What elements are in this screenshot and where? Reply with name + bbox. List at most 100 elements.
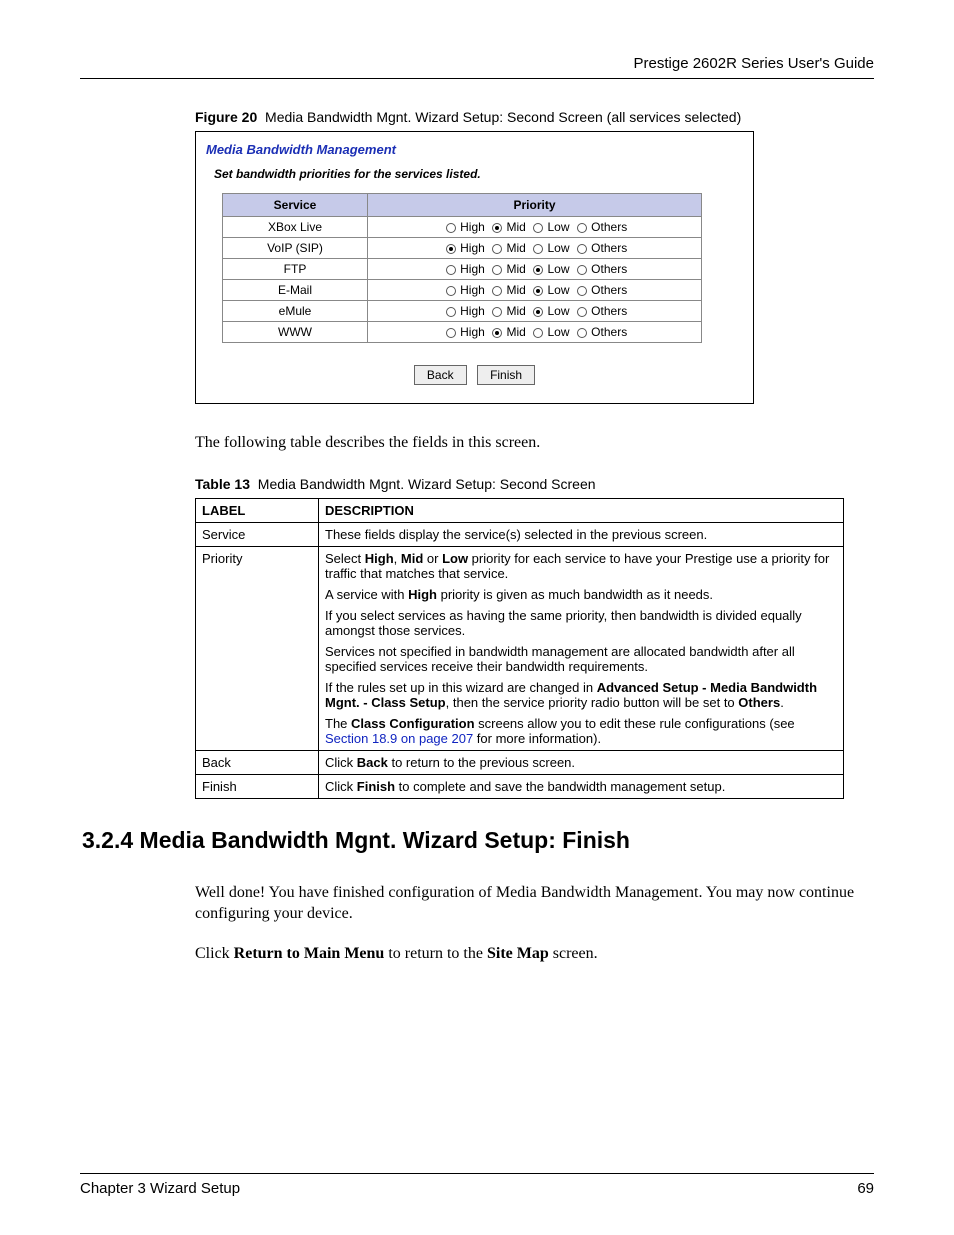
wizard-row: eMule High Mid Low Others [223,301,702,322]
cross-ref-link[interactable]: Section 18.9 on page 207 [325,731,473,746]
row-label: Service [196,522,319,546]
figure-label: Figure 20 [195,109,257,125]
wizard-priority-cell: High Mid Low Others [368,217,702,238]
radio-low[interactable] [533,244,543,254]
radio-low[interactable] [533,265,543,275]
radio-mid[interactable] [492,244,502,254]
wizard-priority-cell: High Mid Low Others [368,322,702,343]
radio-low[interactable] [533,307,543,317]
radio-high[interactable] [446,307,456,317]
table-row: Priority Select High, Mid or Low priorit… [196,546,844,750]
row-desc: Click Back to return to the previous scr… [319,750,844,774]
row-label: Priority [196,546,319,750]
radio-low[interactable] [533,223,543,233]
wizard-col-service: Service [223,194,368,217]
wizard-service-cell: VoIP (SIP) [223,238,368,259]
footer-chapter: Chapter 3 Wizard Setup [80,1180,240,1197]
radio-label: High [457,262,488,276]
radio-others[interactable] [577,244,587,254]
radio-label: Low [544,262,573,276]
radio-low[interactable] [533,328,543,338]
table-row: Back Click Back to return to the previou… [196,750,844,774]
radio-low[interactable] [533,286,543,296]
row-desc: Click Finish to complete and save the ba… [319,774,844,798]
table-label: Table 13 [195,476,250,492]
radio-label: High [457,325,488,339]
section-heading: 3.2.4 Media Bandwidth Mgnt. Wizard Setup… [82,827,874,854]
wizard-screenshot: Media Bandwidth Management Set bandwidth… [195,131,754,404]
wizard-service-cell: FTP [223,259,368,280]
radio-high[interactable] [446,244,456,254]
row-label: Back [196,750,319,774]
radio-others[interactable] [577,286,587,296]
radio-high[interactable] [446,265,456,275]
page-footer: Chapter 3 Wizard Setup 69 [80,1173,874,1197]
wizard-service-cell: eMule [223,301,368,322]
radio-label: High [457,304,488,318]
table-row: Service These fields display the service… [196,522,844,546]
radio-label: Mid [503,220,529,234]
row-desc: These fields display the service(s) sele… [319,522,844,546]
radio-mid[interactable] [492,286,502,296]
wizard-service-cell: WWW [223,322,368,343]
wizard-service-cell: E-Mail [223,280,368,301]
running-header: Prestige 2602R Series User's Guide [80,55,874,79]
radio-others[interactable] [577,328,587,338]
radio-others[interactable] [577,223,587,233]
table-caption: Table 13 Media Bandwidth Mgnt. Wizard Se… [195,476,874,492]
description-table: LABEL DESCRIPTION Service These fields d… [195,498,844,799]
radio-label: High [457,283,488,297]
radio-label: Mid [503,304,529,318]
wizard-title: Media Bandwidth Management [206,142,743,157]
table-row: Finish Click Finish to complete and save… [196,774,844,798]
radio-mid[interactable] [492,265,502,275]
radio-label: Low [544,220,573,234]
radio-high[interactable] [446,223,456,233]
radio-label: Low [544,304,573,318]
radio-label: Low [544,283,573,297]
radio-mid[interactable] [492,328,502,338]
wizard-priority-cell: High Mid Low Others [368,301,702,322]
finish-button[interactable]: Finish [477,365,535,385]
back-button[interactable]: Back [414,365,467,385]
radio-label: High [457,241,488,255]
wizard-col-priority: Priority [368,194,702,217]
wizard-row: E-Mail High Mid Low Others [223,280,702,301]
radio-mid[interactable] [492,223,502,233]
intro-paragraph: The following table describes the fields… [195,432,874,454]
radio-label: Others [588,241,627,255]
radio-label: Others [588,283,627,297]
radio-label: Mid [503,283,529,297]
radio-label: Mid [503,241,529,255]
radio-others[interactable] [577,307,587,317]
wizard-row: WWW High Mid Low Others [223,322,702,343]
wizard-note: Set bandwidth priorities for the service… [214,167,743,181]
radio-label: Mid [503,262,529,276]
radio-mid[interactable] [492,307,502,317]
radio-label: Mid [503,325,529,339]
row-label: Finish [196,774,319,798]
radio-high[interactable] [446,286,456,296]
wizard-service-cell: XBox Live [223,217,368,238]
radio-high[interactable] [446,328,456,338]
wizard-priority-cell: High Mid Low Others [368,238,702,259]
desc-head-label: LABEL [196,498,319,522]
section-paragraph-1: Well done! You have finished configurati… [195,882,874,925]
radio-label: Low [544,325,573,339]
figure-caption: Figure 20 Media Bandwidth Mgnt. Wizard S… [195,109,874,125]
desc-head-desc: DESCRIPTION [319,498,844,522]
wizard-row: XBox Live High Mid Low Others [223,217,702,238]
wizard-priority-cell: High Mid Low Others [368,280,702,301]
section-paragraph-2: Click Return to Main Menu to return to t… [195,943,874,965]
radio-label: Others [588,262,627,276]
wizard-row: FTP High Mid Low Others [223,259,702,280]
radio-label: Low [544,241,573,255]
wizard-row: VoIP (SIP) High Mid Low Others [223,238,702,259]
wizard-priority-cell: High Mid Low Others [368,259,702,280]
wizard-buttons: Back Finish [206,365,743,385]
wizard-table: Service Priority XBox Live High Mid Low … [222,193,702,343]
figure-caption-text: Media Bandwidth Mgnt. Wizard Setup: Seco… [265,109,741,125]
row-desc: Select High, Mid or Low priority for eac… [319,546,844,750]
radio-others[interactable] [577,265,587,275]
radio-label: Others [588,325,627,339]
